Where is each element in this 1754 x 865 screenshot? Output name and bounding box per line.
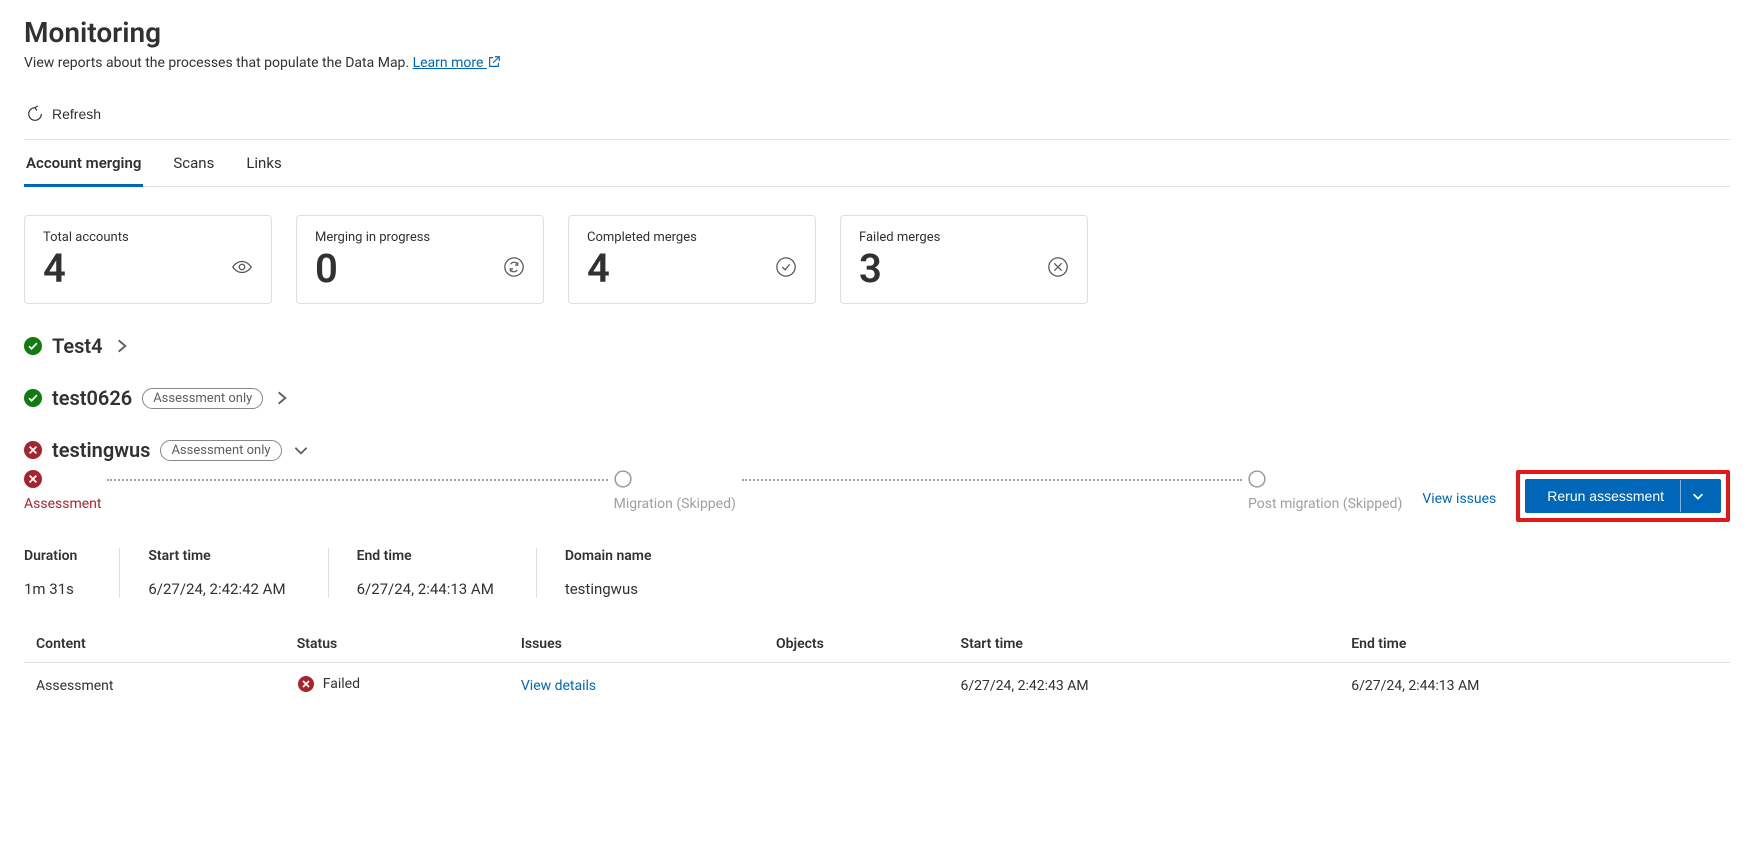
progress-steps: Assessment Migration (Skipped) Post migr… [24,470,1730,522]
account-row-test0626[interactable]: test0626 Assessment only [24,386,1730,410]
success-icon [24,337,42,355]
chevron-down-icon[interactable] [292,441,310,459]
chevron-right-icon[interactable] [113,337,131,355]
sync-icon [503,256,525,282]
x-circle-icon [1047,256,1069,282]
chevron-right-icon[interactable] [273,389,291,407]
card-total-accounts[interactable]: Total accounts 4 [24,215,272,304]
eye-icon [231,256,253,282]
external-link-icon [487,55,501,69]
page-subtitle: View reports about the processes that po… [24,55,1730,71]
details-table: Content Status Issues Objects Start time… [24,626,1730,708]
error-icon [24,441,42,459]
step-assessment: Assessment [24,470,101,512]
error-icon [24,470,42,488]
chevron-down-icon[interactable] [1681,480,1715,512]
metadata: Duration 1m 31s Start time 6/27/24, 2:42… [24,548,1730,598]
rerun-assessment-button[interactable]: Rerun assessment [1525,479,1721,513]
card-failed-merges[interactable]: Failed merges 3 [840,215,1088,304]
card-merging-in-progress[interactable]: Merging in progress 0 [296,215,544,304]
step-skipped-icon [614,470,632,488]
status-badge: Failed [297,675,360,693]
learn-more-link[interactable]: Learn more [413,55,501,71]
tab-links[interactable]: Links [244,142,283,187]
tab-account-merging[interactable]: Account merging [24,142,143,187]
assessment-only-badge: Assessment only [142,388,263,409]
success-icon [24,389,42,407]
check-circle-icon [775,256,797,282]
step-skipped-icon [1248,470,1266,488]
account-row-test4[interactable]: Test4 [24,334,1730,358]
view-details-link[interactable]: View details [521,678,596,694]
assessment-only-badge: Assessment only [160,440,281,461]
table-header-row: Content Status Issues Objects Start time… [24,626,1730,663]
step-migration: Migration (Skipped) [614,470,736,512]
view-issues-link[interactable]: View issues [1422,491,1496,507]
error-icon [297,675,315,693]
refresh-icon [26,105,44,123]
rerun-highlight: Rerun assessment [1516,470,1730,522]
table-row: Assessment Failed View details 6/27/24, … [24,663,1730,709]
step-post-migration: Post migration (Skipped) [1248,470,1402,512]
refresh-button[interactable]: Refresh [24,101,109,127]
summary-cards: Total accounts 4 Merging in progress 0 C… [24,215,1730,304]
tabs: Account merging Scans Links [24,142,1730,187]
tab-scans[interactable]: Scans [171,142,216,187]
account-row-testingwus[interactable]: testingwus Assessment only [24,438,1730,462]
page-title: Monitoring [24,16,1730,49]
card-completed-merges[interactable]: Completed merges 4 [568,215,816,304]
